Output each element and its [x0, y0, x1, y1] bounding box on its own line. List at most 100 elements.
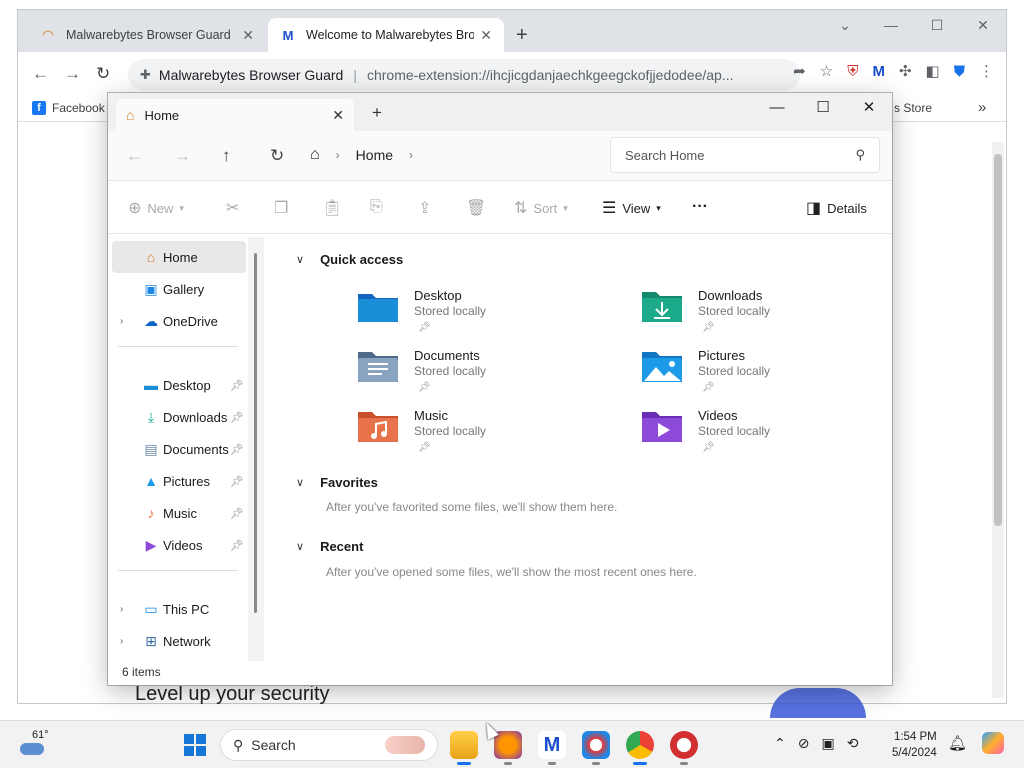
taskbar-search[interactable]: ⚲ Search — [220, 729, 438, 761]
firefox-taskbar-icon[interactable] — [494, 731, 522, 765]
sidebar-item-videos[interactable]: ▶ Videos 📌︎ — [112, 529, 246, 561]
chevron-down-icon[interactable]: ∨ — [296, 476, 304, 489]
bookmark-store[interactable]: s Store — [894, 101, 932, 115]
malwarebytes-ext-icon[interactable]: M — [872, 63, 885, 80]
minimize-icon[interactable]: — — [868, 10, 914, 40]
explorer-search[interactable]: ⚲ — [610, 137, 880, 173]
bookmark-facebook[interactable]: f Facebook — [32, 101, 105, 115]
malwarebytes-taskbar-icon[interactable]: M — [538, 731, 566, 765]
rename-icon[interactable]: ⎘ — [370, 198, 383, 216]
quick-access-header[interactable]: ∨ Quick access — [296, 252, 403, 267]
reload-icon[interactable]: ↻ — [96, 64, 110, 84]
chevron-right-double-icon[interactable]: » — [978, 99, 986, 116]
bookmark-star-icon[interactable]: ☆ — [820, 62, 833, 80]
details-button[interactable]: ◨ Details — [806, 198, 867, 218]
side-panel-icon[interactable]: ◧ — [926, 62, 940, 80]
sidebar-item-onedrive[interactable]: › ☁ OneDrive — [112, 305, 246, 337]
close-icon[interactable]: ✕ — [242, 27, 254, 44]
forward-icon[interactable]: → — [64, 64, 81, 84]
quick-access-documents[interactable]: Documents Stored locally 📌︎ — [356, 348, 596, 404]
chevron-down-icon[interactable]: ∨ — [296, 253, 304, 266]
sidebar-item-home[interactable]: ⌂ Home — [112, 241, 246, 273]
chevron-right-icon[interactable]: › — [336, 148, 340, 162]
extensions-puzzle-icon[interactable]: ✣ — [899, 62, 912, 80]
view-button[interactable]: ☰ View ▾ — [602, 198, 661, 218]
sidebar-item-gallery[interactable]: ▣ Gallery — [112, 273, 246, 305]
new-tab-icon[interactable]: + — [372, 103, 382, 123]
sort-button[interactable]: ⇅ Sort ▾ — [514, 198, 568, 218]
share-icon[interactable]: ➦ — [793, 62, 806, 80]
search-input[interactable] — [625, 147, 856, 163]
windows-start-icon[interactable] — [184, 734, 206, 756]
sidebar-item-this-pc[interactable]: › ▭ This PC — [112, 593, 246, 625]
close-window-icon[interactable]: ✕ — [846, 93, 892, 123]
chevron-right-icon[interactable]: › — [409, 148, 413, 162]
clock[interactable]: 1:54 PM 5/4/2024 — [892, 729, 937, 761]
page-scrollbar[interactable] — [992, 142, 1004, 698]
quick-access-music[interactable]: Music Stored locally 📌︎ — [356, 408, 596, 464]
sidebar-item-pictures[interactable]: ▲ Pictures 📌︎ — [112, 465, 246, 497]
sidebar-scrollbar-thumb[interactable] — [254, 253, 257, 613]
copilot-icon[interactable] — [982, 732, 1004, 754]
recent-header[interactable]: ∨ Recent — [296, 539, 363, 554]
pin-icon[interactable]: 📌︎ — [230, 443, 244, 456]
up-arrow-icon[interactable]: ↑ — [222, 146, 231, 166]
explorer-tab-home[interactable]: ⌂ Home ✕ — [116, 99, 354, 131]
address-bar[interactable]: ✚ Malwarebytes Browser Guard | chrome-ex… — [128, 59, 800, 91]
page-scrollbar-thumb[interactable] — [994, 154, 1002, 526]
tab-search-icon[interactable]: ⌄ — [822, 10, 868, 40]
sidebar-item-downloads[interactable]: ⤓ Downloads 📌︎ — [112, 401, 246, 433]
chevron-up-icon[interactable]: ⌃ — [774, 735, 786, 752]
paste-icon[interactable]: 📋︎ — [322, 198, 342, 218]
sync-icon[interactable]: ⟲ — [847, 735, 859, 752]
notification-bell-icon[interactable]: 🔔︎ — [948, 734, 967, 752]
share-icon[interactable]: ⇪ — [418, 198, 431, 218]
chevron-right-icon[interactable]: › — [120, 636, 123, 647]
quick-access-desktop[interactable]: Desktop Stored locally 📌︎ — [356, 288, 596, 344]
new-tab-icon[interactable]: + — [516, 24, 528, 47]
chrome-taskbar-icon[interactable] — [626, 731, 654, 765]
copy-icon[interactable]: ❐ — [274, 198, 288, 218]
quick-access-videos[interactable]: Videos Stored locally 📌︎ — [640, 408, 880, 464]
security-app-taskbar-icon[interactable] — [670, 731, 698, 765]
delete-icon[interactable]: 🗑︎ — [466, 198, 486, 218]
forward-icon[interactable]: → — [174, 146, 191, 166]
chevron-down-icon[interactable]: ∨ — [296, 540, 304, 553]
pin-icon[interactable]: 📌︎ — [230, 507, 244, 520]
pin-icon[interactable]: 📌︎ — [230, 411, 244, 424]
chevron-right-icon[interactable]: › — [120, 604, 123, 615]
back-icon[interactable]: ← — [32, 64, 49, 84]
sidebar-item-documents[interactable]: ▤ Documents 📌︎ — [112, 433, 246, 465]
refresh-icon[interactable]: ↻ — [270, 146, 284, 166]
breadcrumb-home[interactable]: Home — [356, 147, 393, 163]
pin-icon[interactable]: 📌︎ — [230, 539, 244, 552]
shield-red-icon[interactable]: ⛨ — [847, 63, 858, 80]
chevron-right-icon[interactable]: › — [120, 316, 123, 327]
chrome-tab-browser-guard[interactable]: ◠ Malwarebytes Browser Guard ✕ — [28, 18, 266, 52]
shield-check-icon[interactable]: ⛊ — [954, 63, 965, 80]
close-window-icon[interactable]: ✕ — [960, 10, 1006, 40]
search-icon[interactable]: ⚲ — [855, 147, 865, 163]
chrome-tab-welcome[interactable]: M Welcome to Malwarebytes Brow ✕ — [268, 18, 504, 52]
close-icon[interactable]: ✕ — [332, 107, 344, 124]
file-explorer-taskbar-icon[interactable] — [450, 731, 478, 765]
quick-access-pictures[interactable]: Pictures Stored locally 📌︎ — [640, 348, 880, 404]
maximize-icon[interactable]: ☐ — [800, 93, 846, 123]
new-button[interactable]: ⊕ New ▾ — [128, 198, 184, 218]
quick-access-downloads[interactable]: Downloads Stored locally 📌︎ — [640, 288, 880, 344]
maximize-icon[interactable]: ☐ — [914, 10, 960, 40]
pin-icon[interactable]: 📌︎ — [230, 379, 244, 392]
sidebar-item-music[interactable]: ♪ Music 📌︎ — [112, 497, 246, 529]
minimize-icon[interactable]: — — [754, 93, 800, 123]
network-off-icon[interactable]: ⊘ — [798, 735, 810, 752]
sidebar-item-network[interactable]: › ⊞ Network — [112, 625, 246, 657]
menu-kebab-icon[interactable]: ⋮ — [979, 62, 994, 80]
sidebar-item-desktop[interactable]: ▬ Desktop 📌︎ — [112, 369, 246, 401]
favorites-header[interactable]: ∨ Favorites — [296, 475, 378, 490]
screen-icon[interactable]: ▣ — [821, 735, 834, 752]
breadcrumb[interactable]: ⌂ › Home › — [310, 137, 610, 173]
close-icon[interactable]: ✕ — [480, 27, 492, 44]
back-icon[interactable]: ← — [126, 146, 143, 166]
cut-icon[interactable]: ✂ — [226, 198, 239, 218]
app-taskbar-icon[interactable] — [582, 731, 610, 765]
